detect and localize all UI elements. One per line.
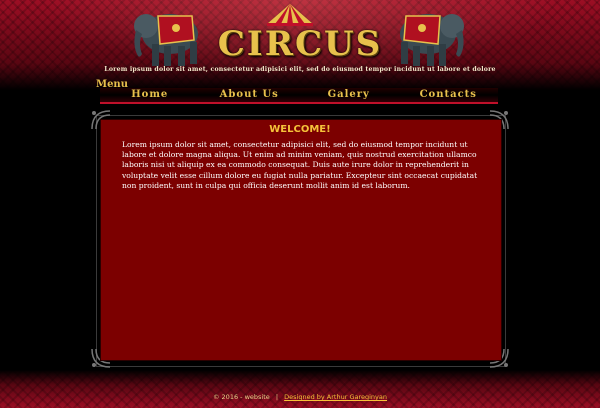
welcome-heading: WELCOME! [269, 124, 331, 135]
nav-item-galery[interactable]: Galery [299, 88, 399, 102]
footer: © 2016 - website | Designed by Arthur Ga… [0, 393, 600, 401]
nav-item-contacts[interactable]: Contacts [399, 88, 499, 102]
footer-separator: | [275, 393, 279, 401]
circus-tent-icon [267, 4, 313, 26]
welcome-paragraph: Lorem ipsum dolor sit amet, consectetur … [122, 140, 478, 190]
elephant-left-image [134, 14, 198, 66]
main-navigation: Home About Us Galery Contacts [100, 88, 498, 104]
footer-copyright: © 2016 - website [212, 393, 270, 401]
site-tagline: Lorem ipsum dolor sit amet, consectetur … [104, 66, 496, 73]
nav-item-about-us[interactable]: About Us [200, 88, 300, 102]
elephant-right-image [400, 14, 464, 66]
designer-link[interactable]: Designed by Arthur Gareginyan [284, 393, 387, 401]
nav-item-home[interactable]: Home [100, 88, 200, 102]
site-logo[interactable]: CIRCUS [214, 24, 386, 64]
footer-background [0, 370, 600, 408]
